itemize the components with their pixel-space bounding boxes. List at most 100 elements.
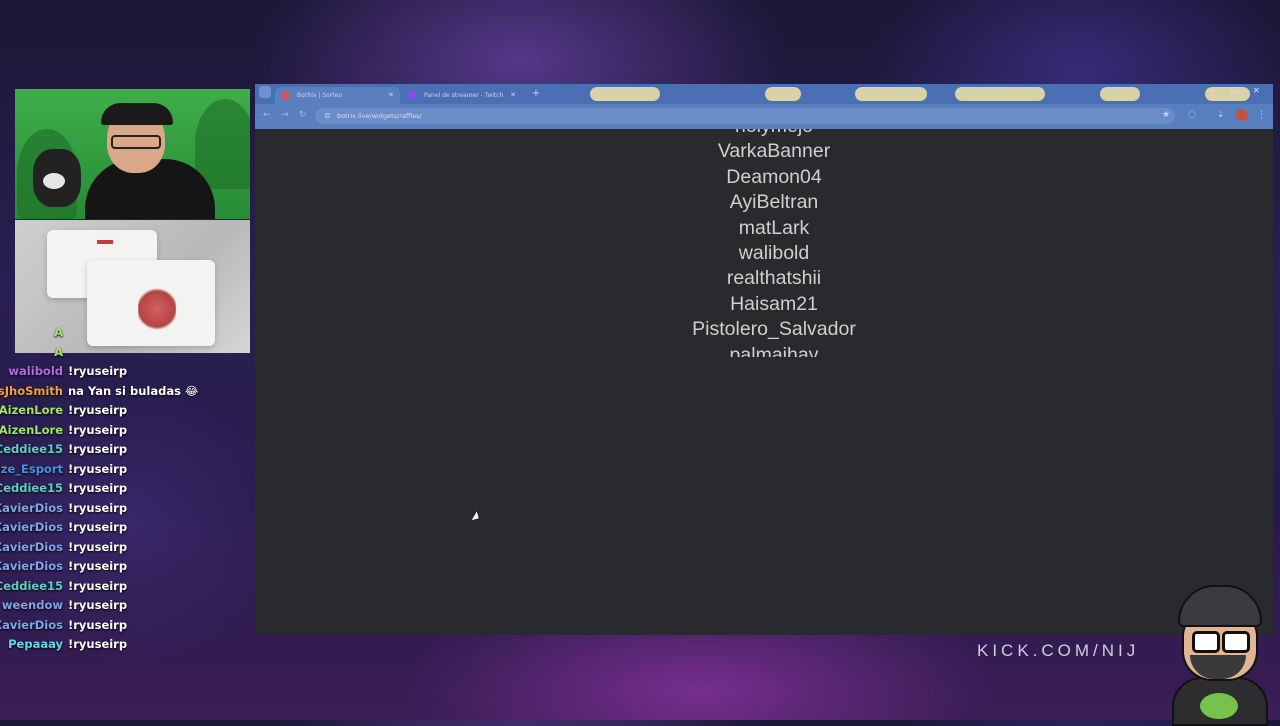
raffle-entrant-name: Deamon04 [726,165,822,188]
chat-text: !ryuseirp [68,500,128,515]
chat-username[interactable]: AizenLore [0,421,63,441]
chat-username[interactable]: weendow [2,596,63,616]
chat-message: Pepaaay !ryuseirp [0,635,250,655]
raffle-entrant-name: Pistolero_Salvador [692,318,856,341]
extensions-icon[interactable]: ◌ [1188,110,1196,120]
chat-username[interactable]: A [54,343,63,363]
forward-arrow-icon[interactable]: → [281,110,289,120]
cloud-decoration [855,87,927,101]
chat-message: Ceddiee15 !ryuseirp [0,440,250,460]
new-tab-icon[interactable]: + [529,87,543,101]
raffle-entrant-name: palmaihay [729,343,819,357]
chat-text: !ryuseirp [68,481,128,495]
address-url: botrix.live/widgets/raffles/ [337,112,422,120]
downloads-icon[interactable]: ⇣ [1217,110,1225,120]
palm-decoration [195,99,250,189]
chat-message: XavierDios !ryuseirp [0,538,250,558]
cloud-decoration [765,87,801,101]
chat-username[interactable]: XavierDios [0,557,63,577]
raffle-name-list: holymejo VarkaBannerDeamon04 AyiBeltranmat… [255,129,1273,357]
chat-username[interactable]: walibold [8,362,63,382]
botrix-favicon-icon [282,92,289,99]
chat-message: A [0,323,250,343]
chat-text: !ryuseirp [68,637,128,651]
chat-username[interactable]: XavierDios [0,616,63,636]
mascot-shirt-logo [1200,693,1238,719]
webcam-feed [15,89,250,219]
site-info-icon[interactable]: ⊜ [324,111,331,120]
chat-text: !ryuseirp [68,364,128,378]
mascot-glasses-right [1222,631,1250,653]
chat-text: !ryuseirp [68,559,128,573]
chat-text: !ryuseirp [68,617,128,632]
chat-message: A [0,343,250,363]
reload-icon[interactable]: ↻ [299,110,307,120]
tab-twitch[interactable]: Panel de streamer - Twitch ✕ [402,87,522,104]
chat-message: weendow !ryuseirp [0,596,250,616]
raffle-entrant-name: AyiBeltran [729,191,819,214]
chat-message: XavierDios !ryuseirp [0,616,250,636]
bookmark-star-icon[interactable]: ★ [1162,110,1170,120]
chat-username[interactable]: Ceddiee15 [0,440,63,460]
chat-message: aze_Esport !ryuseirp [0,460,250,480]
tab-label: BotRix | Sorteo [297,92,343,99]
maximize-icon[interactable]: ☐ [1231,86,1238,95]
chat-text: !ryuseirp [68,598,128,612]
streamer-glasses [111,135,161,149]
chat-message: ssJhoSmith na Yan si buladas 😂 [0,382,250,402]
tab-label: Panel de streamer - Twitch [424,92,504,99]
chat-username[interactable]: AizenLore [0,401,63,421]
raffle-entrant-name: Haisam21 [730,292,818,315]
chat-text: !ryuseirp [68,520,128,534]
minimize-icon[interactable]: ─ [1209,86,1214,95]
chat-username[interactable]: Ceddiee15 [0,577,63,597]
chat-username[interactable]: ssJhoSmith [0,382,63,402]
kick-url-label: KICK.COM/NIJ [977,641,1140,660]
chat-message: XavierDios !ryuseirp [0,557,250,577]
tab-search-button[interactable] [259,86,271,98]
back-arrow-icon[interactable]: ← [263,110,271,120]
cloud-decoration [955,87,1045,101]
chat-message: Ceddiee15 !ryuseirp [0,577,250,597]
chat-text: na Yan si buladas 😂 [68,383,199,398]
dog-nose [43,173,65,189]
profile-avatar[interactable] [1236,109,1248,121]
chat-username[interactable]: XavierDios [0,518,63,538]
chat-text: !ryuseirp [68,578,128,593]
twitch-favicon-icon [409,92,416,99]
chat-username[interactable]: Pepaaay [8,635,63,655]
chat-feed: AAwalibold !ryuseirp ssJhoSmith na Yan si b… [0,323,250,655]
chat-username[interactable]: XavierDios [0,499,63,519]
tab-botrix[interactable]: BotRix | Sorteo ✕ [275,87,400,104]
chat-text: !ryuseirp [68,403,128,417]
browser-titlebar: BotRix | Sorteo ✕ Panel de streamer - Tw… [255,84,1273,104]
chat-username[interactable]: aze_Esport [0,460,63,480]
mascot-glasses-left [1192,631,1220,653]
chat-text: !ryuseirp [68,422,128,437]
cloud-decoration [590,87,660,101]
address-bar[interactable]: ⊜ botrix.live/widgets/raffles/ [315,108,1175,124]
chat-text: !ryuseirp [68,442,128,456]
raffle-entrant-name: holymejo [255,129,1273,138]
mascot-cap [1178,585,1262,627]
browser-toolbar: ← → ↻ ⊜ botrix.live/widgets/raffles/ ★ ◌… [255,104,1273,129]
raffle-entrant-name: matLark [738,216,810,239]
close-tab-icon[interactable]: ✕ [388,87,394,104]
chat-message: AizenLore !ryuseirp [0,421,250,441]
menu-dots-icon[interactable]: ⋮ [1257,110,1266,120]
close-tab-icon[interactable]: ✕ [510,87,516,104]
raffle-entrant-name: walibold [738,242,810,264]
cloud-decoration [1100,87,1140,101]
chat-message: Ceddiee15 !ryuseirp [0,479,250,499]
chat-text: !ryuseirp [68,461,128,476]
chat-username[interactable]: Ceddiee15 [0,479,63,499]
window-close-icon[interactable]: ✕ [1253,86,1260,95]
raffle-entrant-name: VarkaBanner [717,140,831,163]
chat-message: AizenLore !ryuseirp [0,401,250,421]
browser-window: BotRix | Sorteo ✕ Panel de streamer - Tw… [255,84,1273,635]
raffle-entrant-name: realthatshii [726,267,822,290]
streamer-cap [101,103,173,125]
chat-username[interactable]: XavierDios [0,538,63,558]
shirt-print [96,239,113,244]
chat-username[interactable]: A [54,323,63,343]
